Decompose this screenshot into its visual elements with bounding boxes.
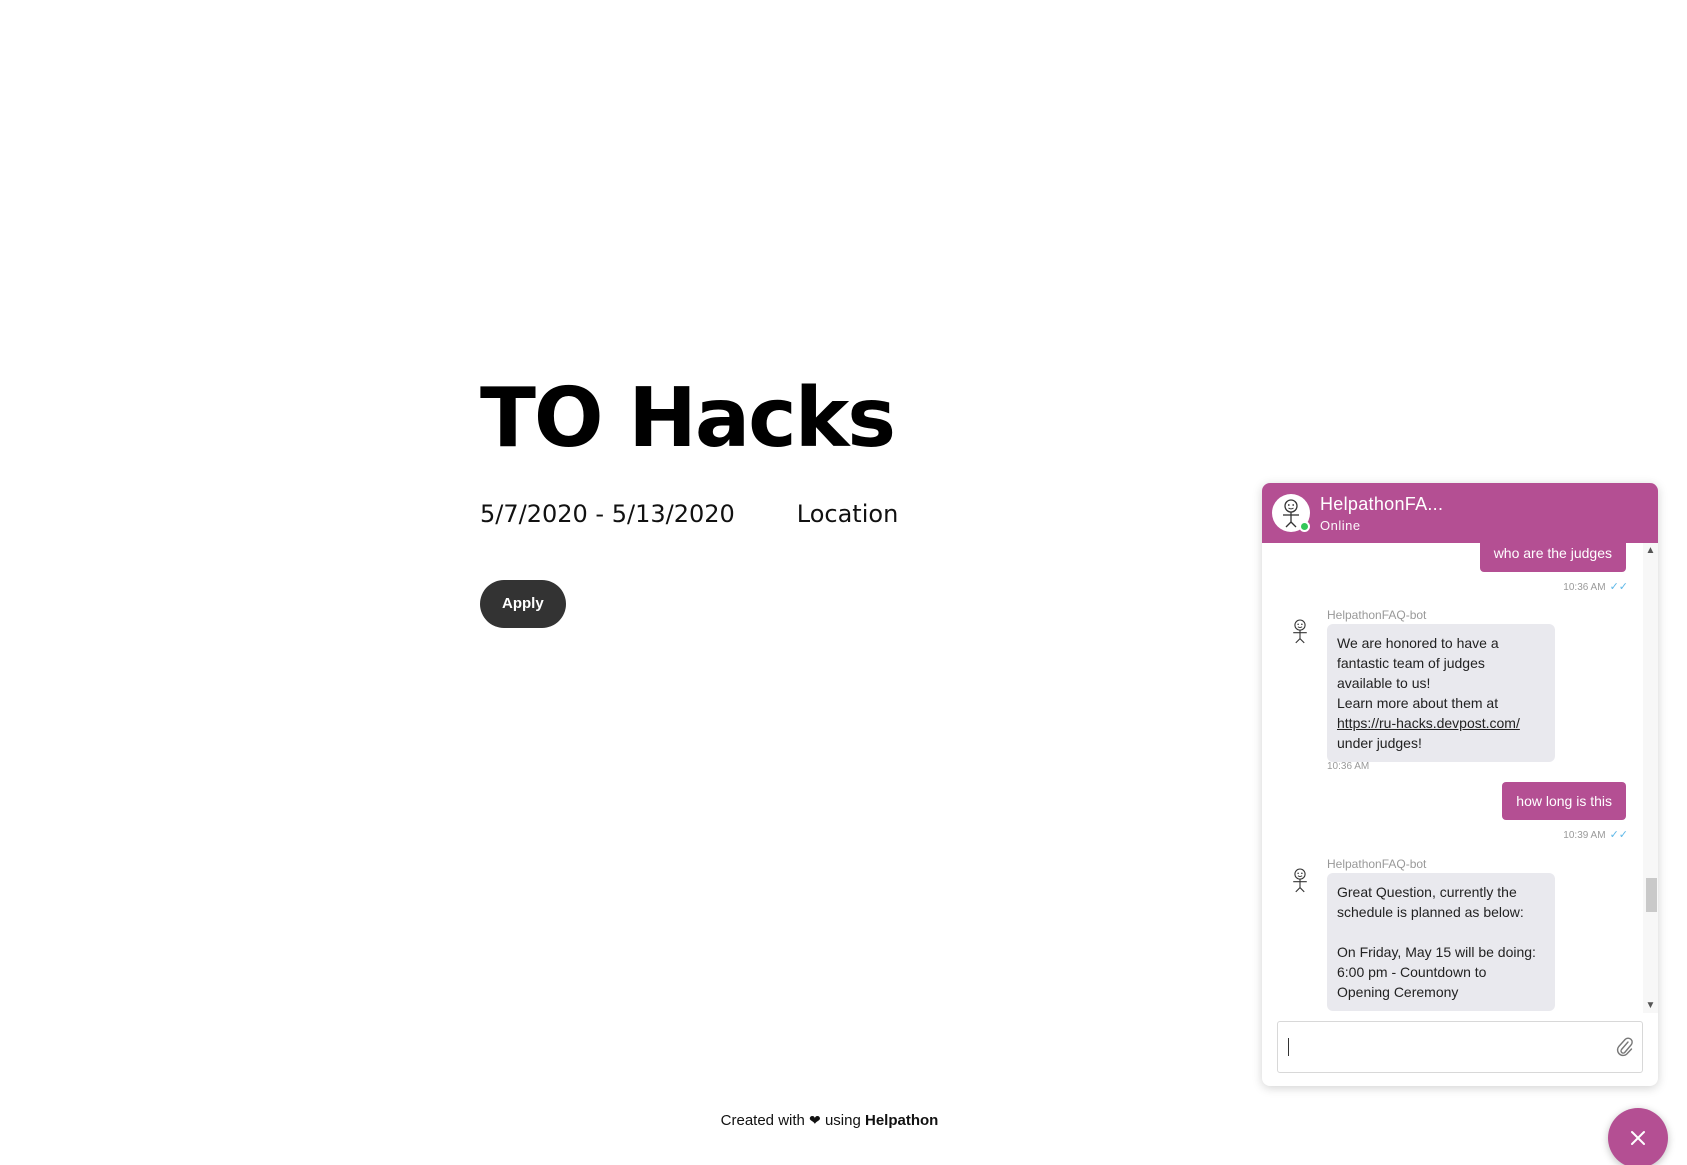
devpost-link[interactable]: https://ru-hacks.devpost.com/ [1337, 715, 1520, 731]
message-line: Opening Ceremony [1337, 984, 1459, 1000]
hero-section: TO Hacks 5/7/2020 - 5/13/2020 Location A… [480, 378, 898, 628]
scroll-up-arrow-icon[interactable]: ▲ [1643, 545, 1658, 556]
event-title: TO Hacks [480, 371, 896, 466]
heart-icon: ❤ [809, 1112, 821, 1128]
read-ticks-icon: ✓✓ [1609, 581, 1628, 593]
message-time: 10:39 AM ✓✓ [1563, 829, 1628, 841]
footer-prefix: Created with [720, 1112, 805, 1129]
message-line: schedule is planned as below: [1337, 904, 1524, 920]
close-icon [1631, 1131, 1645, 1145]
message-line: under judges! [1337, 735, 1422, 751]
apply-button[interactable]: Apply [480, 580, 566, 628]
user-message: how long is this [1502, 782, 1626, 820]
bot-message: Great Question, currently the schedule i… [1327, 873, 1555, 1011]
message-line: We are honored to have a [1337, 635, 1499, 651]
bot-name: HelpathonFAQ-bot [1327, 608, 1427, 622]
user-message: who are the judges [1479, 543, 1626, 572]
bot-face-icon [1293, 868, 1307, 893]
event-location: Location [796, 500, 899, 528]
message-input[interactable] [1277, 1021, 1643, 1073]
text-caret [1288, 1038, 1289, 1056]
footer-brand: Helpathon [864, 1112, 939, 1129]
chat-messages[interactable]: who are the judges 10:36 AM ✓✓ HelpathonF… [1262, 543, 1658, 1013]
message-line [1337, 922, 1545, 942]
scroll-thumb[interactable] [1646, 878, 1657, 912]
chat-title: HelpathonFA... [1320, 493, 1444, 514]
online-indicator [1299, 521, 1310, 532]
bot-face-icon [1293, 619, 1307, 644]
chat-status: Online [1320, 517, 1361, 533]
chat-widget: HelpathonFA... Online who are the judges… [1262, 483, 1658, 1086]
chat-header: HelpathonFA... Online [1262, 483, 1658, 543]
message-line: available to us! [1337, 675, 1431, 691]
event-meta: 5/7/2020 - 5/13/2020 Location [480, 500, 898, 528]
message-time: 10:36 AM ✓✓ [1563, 581, 1628, 593]
paperclip-icon[interactable] [1616, 1036, 1634, 1058]
message-time: 10:36 AM [1327, 761, 1370, 772]
scroll-down-arrow-icon[interactable]: ▼ [1643, 1000, 1658, 1011]
read-ticks-icon: ✓✓ [1609, 829, 1628, 841]
bot-avatar [1272, 494, 1310, 532]
bot-name: HelpathonFAQ-bot [1327, 857, 1427, 871]
footer-middle: using [824, 1112, 861, 1129]
message-line: fantastic team of judges [1337, 655, 1485, 671]
message-line: Learn more about them at [1337, 695, 1499, 711]
message-line: 6:00 pm - Countdown to [1337, 964, 1487, 980]
message-line: On Friday, May 15 will be doing: [1337, 944, 1536, 960]
chat-scrollbar[interactable]: ▲ ▼ [1643, 543, 1658, 1013]
chat-close-button[interactable] [1608, 1108, 1668, 1165]
event-dates: 5/7/2020 - 5/13/2020 [480, 500, 735, 528]
footer: Created with ❤ using Helpathon [0, 1112, 1659, 1129]
bot-message: We are honored to have a fantastic team … [1327, 624, 1555, 762]
message-line: Great Question, currently the [1337, 884, 1517, 900]
